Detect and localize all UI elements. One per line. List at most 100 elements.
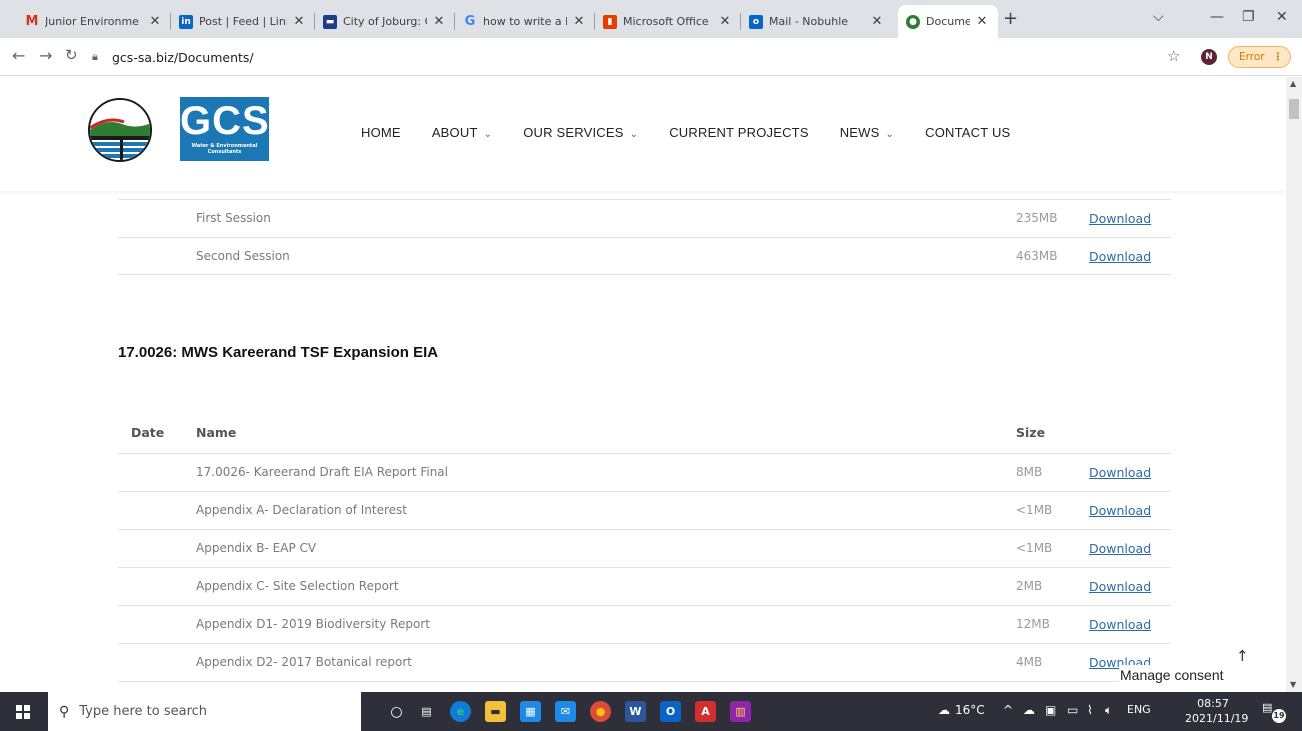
page-viewport: First Session 235MB Download Second Sess… (0, 77, 1286, 692)
download-link[interactable]: Download (1089, 249, 1151, 264)
language-indicator[interactable]: ENG (1127, 703, 1151, 716)
nav-our-services[interactable]: OUR SERVICES ⌄ (523, 125, 638, 140)
download-link[interactable]: Download (1089, 579, 1151, 594)
volume-icon[interactable]: 🔈︎ (1105, 703, 1112, 718)
new-tab-button[interactable]: + (1003, 8, 1018, 29)
close-tab-icon[interactable]: ✕ (717, 14, 733, 29)
manage-consent-button[interactable]: Manage consent (1119, 665, 1225, 685)
tray-chevron-icon[interactable]: ^ (1003, 703, 1013, 717)
column-header-date: Date (131, 425, 165, 440)
logo-text: GCS (180, 99, 270, 143)
minimize-icon[interactable]: — (1210, 9, 1224, 25)
cortana-icon[interactable]: ○ (386, 701, 407, 722)
tab-title: Post | Feed | Link (199, 15, 287, 28)
gcs-icon: ● (906, 14, 920, 29)
site-header: GCS Water & Environmental Consultants HO… (0, 77, 1286, 191)
taskbar-clock[interactable]: 08:57 2021/11/19 (1185, 696, 1248, 726)
nav-home[interactable]: HOME (361, 125, 401, 140)
file-size: 2MB (1016, 579, 1043, 593)
close-window-icon[interactable]: ✕ (1276, 9, 1288, 25)
outlook-icon[interactable]: O (660, 701, 681, 722)
restore-icon[interactable]: ❐ (1242, 9, 1255, 25)
acrobat-icon[interactable]: A (695, 701, 716, 722)
word-icon[interactable]: W (625, 701, 646, 722)
weather-temp[interactable]: 16°C (955, 703, 985, 717)
forward-icon[interactable]: → (39, 46, 52, 65)
download-link[interactable]: Download (1089, 617, 1151, 632)
file-size: 235MB (1016, 211, 1058, 225)
profile-avatar[interactable]: N (1201, 49, 1217, 65)
close-tab-icon[interactable]: ✕ (974, 14, 990, 29)
chevron-down-icon: ⌄ (885, 129, 895, 140)
windows-taskbar: ⚲ Type here to search ○ ▤ e ▬ ▦ ✉ ● W O … (0, 692, 1302, 731)
notifications-icon[interactable]: ▤ 19 (1262, 701, 1286, 723)
joburg-icon: ▬ (323, 14, 337, 29)
tab-documents-active[interactable]: ● Documents – GC ✕ (898, 5, 998, 38)
office-icon: ▮ (603, 14, 617, 29)
mail-icon[interactable]: ✉ (555, 701, 576, 722)
logo-wordmark: GCS Water & Environmental Consultants (180, 97, 269, 161)
tab-microsoft-office[interactable]: ▮ Microsoft Office ✕ (595, 5, 741, 38)
close-tab-icon[interactable]: ✕ (291, 14, 307, 29)
tab-junior-environment[interactable]: M Junior Environme ✕ (17, 5, 171, 38)
network-icon[interactable]: ⌇ (1087, 703, 1093, 717)
close-tab-icon[interactable]: ✕ (431, 14, 447, 29)
scroll-down-icon[interactable]: ▼ (1290, 680, 1296, 689)
tab-google-search[interactable]: G how to write a le ✕ (455, 5, 595, 38)
scroll-to-top-button[interactable]: ↑ (1236, 647, 1249, 665)
column-header-name: Name (196, 425, 237, 440)
download-link[interactable]: Download (1089, 465, 1151, 480)
tab-title: City of Joburg: C (343, 15, 427, 28)
file-name: Appendix B- EAP CV (196, 541, 317, 555)
battery-icon[interactable]: ▭ (1067, 703, 1078, 717)
back-icon[interactable]: ← (12, 46, 25, 65)
close-tab-icon[interactable]: ✕ (571, 14, 587, 29)
scroll-up-icon[interactable]: ▲ (1290, 79, 1296, 88)
edge-icon[interactable]: e (450, 701, 471, 722)
error-button[interactable]: Error ⋮ (1228, 46, 1291, 68)
page-scrollbar[interactable]: ▲ ▼ (1286, 77, 1302, 692)
file-explorer-icon[interactable]: ▬ (485, 701, 506, 722)
nav-about[interactable]: ABOUT ⌄ (432, 125, 492, 140)
google-icon: G (464, 14, 476, 29)
nav-contact-us[interactable]: CONTACT US (925, 125, 1010, 140)
download-link[interactable]: Download (1089, 541, 1151, 556)
meet-now-icon[interactable]: ▣ (1045, 703, 1056, 717)
tab-city-of-joburg[interactable]: ▬ City of Joburg: C ✕ (315, 5, 455, 38)
lock-icon: 🔒︎ (92, 50, 98, 63)
table-row: Appendix D2- 2017 Botanical report 4MB D… (118, 643, 1171, 681)
search-placeholder: Type here to search (79, 704, 208, 719)
tab-mail[interactable]: o Mail - Nobuhle ✕ (741, 5, 893, 38)
section-title: 17.0026: MWS Kareerand TSF Expansion EIA (118, 344, 439, 361)
linkedin-icon: in (179, 14, 193, 29)
taskbar-search-box[interactable]: ⚲ Type here to search (48, 692, 361, 731)
nav-news[interactable]: NEWS ⌄ (840, 125, 894, 140)
tab-search-icon[interactable]: ⌵ (1153, 9, 1164, 25)
tab-linkedin[interactable]: in Post | Feed | Link ✕ (171, 5, 315, 38)
store-icon[interactable]: ▦ (520, 701, 541, 722)
nav-label: ABOUT (431, 125, 478, 140)
menu-dots-icon: ⋮ (1272, 51, 1284, 63)
bookmark-star-icon[interactable]: ☆ (1167, 47, 1180, 65)
nav-label: CONTACT US (925, 125, 1011, 140)
close-tab-icon[interactable]: ✕ (147, 14, 163, 29)
chevron-down-icon: ⌄ (483, 129, 493, 140)
download-link[interactable]: Download (1089, 503, 1151, 518)
file-name: Second Session (196, 249, 290, 263)
chrome-icon[interactable]: ● (590, 701, 611, 722)
error-label: Error (1239, 51, 1265, 63)
file-size: <1MB (1016, 541, 1053, 555)
windows-start-icon[interactable] (16, 705, 30, 719)
nav-current-projects[interactable]: CURRENT PROJECTS (669, 125, 808, 140)
task-view-icon[interactable]: ▤ (416, 701, 437, 722)
close-tab-icon[interactable]: ✕ (869, 14, 885, 29)
weather-icon[interactable]: ☁ (938, 703, 950, 717)
onedrive-icon[interactable]: ☁ (1023, 703, 1035, 717)
gcs-logo[interactable]: GCS Water & Environmental Consultants (88, 95, 272, 163)
download-link[interactable]: Download (1089, 211, 1151, 226)
winrar-icon[interactable]: ▥ (730, 701, 751, 722)
nav-label: CURRENT PROJECTS (669, 125, 809, 140)
file-size: 4MB (1016, 655, 1043, 669)
scrollbar-thumb[interactable] (1289, 99, 1299, 119)
address-bar[interactable]: 🔒︎ gcs-sa.biz/Documents/ (70, 42, 1250, 72)
